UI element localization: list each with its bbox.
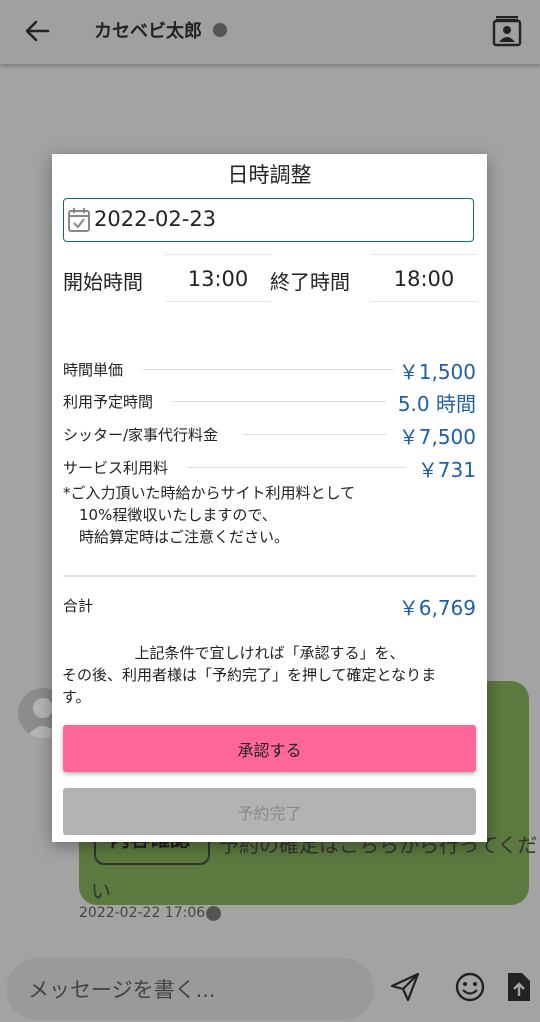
message-timestamp: 2022-02-22 17:06	[79, 905, 206, 921]
approve-button[interactable]: 承認する	[63, 725, 476, 772]
total-row: 合計 ￥6,769	[63, 592, 476, 621]
divider	[63, 575, 476, 577]
date-value: 2022-02-23	[94, 207, 217, 231]
price-row-hourly: 時間単価 ￥1,500	[63, 356, 476, 385]
file-upload-icon[interactable]	[502, 970, 536, 1004]
emoji-icon[interactable]	[453, 970, 487, 1004]
end-time-label: 終了時間	[270, 270, 350, 294]
price-row-service-fee: サービス利用料 ￥731	[63, 454, 476, 483]
arrow-left-icon[interactable]	[22, 16, 52, 46]
total-value: ￥6,769	[392, 592, 476, 621]
online-status-dot	[213, 23, 227, 37]
confirm-instructions: 上記条件で宜しければ「承認する」を、 その後、利用者様は「予約完了」を押して確定…	[62, 644, 437, 706]
calendar-icon	[68, 208, 90, 232]
message-input[interactable]	[26, 970, 360, 1010]
dialog-title: 日時調整	[227, 163, 312, 187]
reservation-complete-button[interactable]: 予約完了	[63, 788, 476, 835]
total-label: 合計	[63, 595, 100, 616]
chat-partner-name: カセベビ太郎	[94, 21, 202, 42]
message-text-cont: い	[91, 879, 111, 903]
profile-card-icon[interactable]	[490, 14, 524, 48]
start-time-label: 開始時間	[63, 270, 143, 294]
date-field[interactable]: 2022-02-23	[63, 198, 474, 242]
send-icon[interactable]	[388, 970, 422, 1004]
schedule-adjust-dialog: 日時調整 2022-02-23 開始時間 13:00 終了時間 18:00 時間…	[52, 154, 487, 842]
price-row-sitter-fee: シッター/家事代行料金 ￥7,500	[63, 421, 476, 450]
message-input-container	[6, 958, 374, 1020]
start-time-field[interactable]: 13:00	[165, 254, 271, 302]
price-row-hours: 利用予定時間 5.0 時間	[63, 388, 476, 417]
read-check-icon	[206, 906, 221, 921]
fee-note: *ご入力頂いた時給からサイト利用料として 10%程徴収いたしますので、 時給算定…	[63, 484, 356, 546]
end-time-field[interactable]: 18:00	[371, 254, 477, 302]
app-header: カセベビ太郎	[0, 0, 540, 64]
